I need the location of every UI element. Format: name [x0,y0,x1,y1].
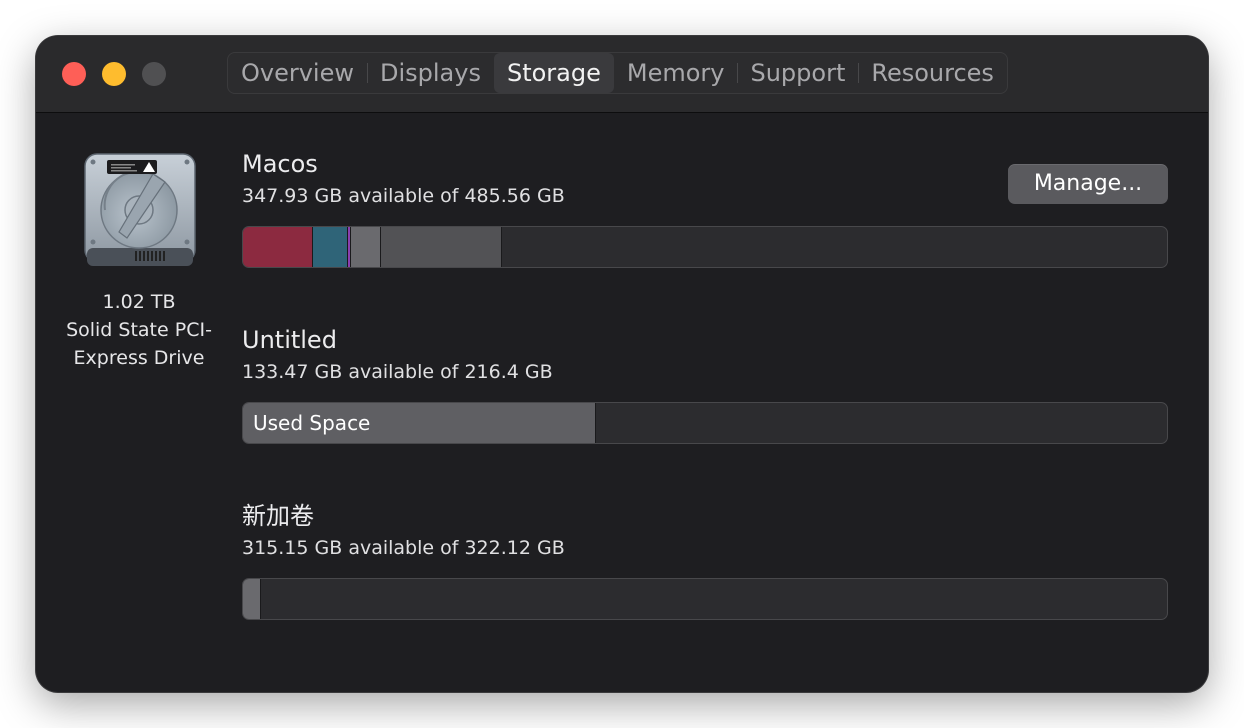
storage-segment[interactable] [313,227,348,267]
storage-segment[interactable]: Used Space [243,403,596,443]
storage-bar: Used Space [242,402,1168,444]
volume-macos: Macos 347.93 GB available of 485.56 GB [242,148,1168,268]
storage-segment[interactable] [351,227,381,267]
drive-type-line1: Solid State PCI- [66,319,212,341]
close-window-button[interactable] [62,62,86,86]
drive-capacity: 1.02 TB [102,291,176,313]
drive-info: 1.02 TB Solid State PCI- Express Drive [36,288,242,372]
volume-name: Macos [242,150,318,178]
volume-available: 347.93 GB available of 485.56 GB [242,185,565,207]
zoom-window-button [142,62,166,86]
tab-bar: Overview Displays Storage Memory Support… [227,52,1008,94]
storage-segment[interactable] [381,227,502,267]
system-information-window: Overview Displays Storage Memory Support… [36,36,1208,692]
tab-support[interactable]: Support [737,53,858,93]
storage-segment[interactable] [243,227,313,267]
tab-storage[interactable]: Storage [493,53,614,93]
volume-available: 133.47 GB available of 216.4 GB [242,361,553,383]
tab-displays[interactable]: Displays [367,53,494,93]
tab-overview[interactable]: Overview [228,53,367,93]
storage-bar [242,226,1168,268]
tab-resources[interactable]: Resources [858,53,1007,93]
volume-name: Untitled [242,326,337,354]
tab-memory[interactable]: Memory [614,53,738,93]
volume-available: 315.15 GB available of 322.12 GB [242,537,565,559]
volume-name: 新加卷 [242,502,314,530]
title-bar: Overview Displays Storage Memory Support… [36,36,1208,113]
minimize-window-button[interactable] [102,62,126,86]
volume-untitled: Untitled 133.47 GB available of 216.4 GB… [242,324,1168,444]
storage-segment[interactable] [243,579,261,619]
segment-label: Used Space [253,411,371,435]
hard-drive-icon [84,153,196,266]
storage-bar [242,578,1168,620]
drive-type-line2: Express Drive [73,347,205,369]
volume-xinjiajuan: 新加卷 315.15 GB available of 322.12 GB [242,500,1168,620]
